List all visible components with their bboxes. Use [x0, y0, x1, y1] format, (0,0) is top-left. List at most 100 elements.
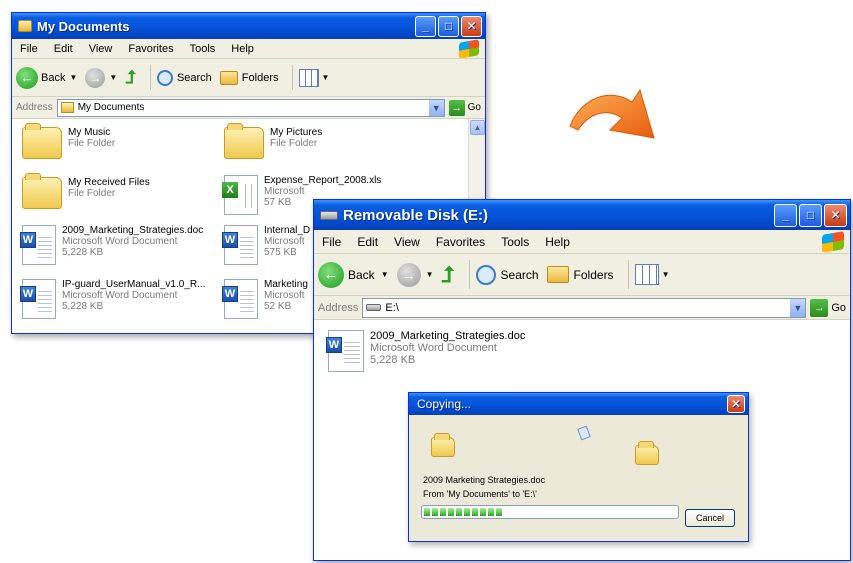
- title-bar[interactable]: My Documents _ □ ✕: [12, 13, 485, 39]
- views-dropdown-icon[interactable]: ▼: [321, 73, 329, 82]
- copy-progress-bar: [421, 505, 679, 519]
- close-button[interactable]: ✕: [727, 395, 745, 413]
- menu-tools[interactable]: Tools: [493, 235, 537, 249]
- folders-icon: [219, 70, 238, 85]
- address-input[interactable]: My Documents ▼: [56, 98, 445, 117]
- menu-file[interactable]: File: [314, 235, 349, 249]
- address-input[interactable]: E:\ ▼: [362, 297, 807, 318]
- back-dropdown-icon[interactable]: ▼: [69, 73, 77, 82]
- search-button[interactable]: Search: [156, 69, 212, 86]
- progress-block: [456, 508, 462, 516]
- menu-edit[interactable]: Edit: [349, 235, 386, 249]
- progress-block: [440, 508, 446, 516]
- up-folder-button[interactable]: ⮥: [442, 262, 455, 288]
- forward-dropdown-icon[interactable]: ▼: [426, 270, 434, 279]
- folders-label: Folders: [241, 71, 279, 84]
- progress-block: [496, 508, 502, 516]
- views-dropdown-icon[interactable]: ▼: [662, 270, 670, 279]
- list-item-marketing[interactable]: W Marketing Microsoft 52 KB: [222, 279, 308, 319]
- toolbar-separator: [468, 260, 470, 289]
- scroll-up-icon[interactable]: ▲: [470, 120, 485, 135]
- folders-icon: [546, 266, 569, 283]
- minimize-button[interactable]: _: [774, 203, 797, 227]
- address-label: Address: [16, 102, 53, 113]
- item-size: 52 KB: [264, 301, 292, 312]
- search-label: Search: [176, 71, 212, 84]
- views-button[interactable]: ▼: [299, 68, 329, 87]
- list-item-ip-guard-manual[interactable]: W IP-guard_UserManual_v1.0_R... Microsof…: [20, 279, 206, 319]
- pictures-folder-icon: [224, 123, 264, 159]
- folders-button[interactable]: Folders: [546, 266, 614, 283]
- folders-label: Folders: [573, 267, 614, 282]
- list-item-my-received-files[interactable]: My Received Files File Folder: [22, 173, 150, 209]
- word-file-icon: W: [222, 225, 258, 265]
- copying-dialog: Copying... ✕ 2009 Marketing Strategies.d…: [408, 392, 749, 542]
- address-dropdown-icon[interactable]: ▼: [428, 99, 444, 116]
- item-type: Microsoft Word Document: [62, 290, 178, 301]
- forward-dropdown-icon[interactable]: ▼: [109, 73, 117, 82]
- search-button[interactable]: Search: [475, 264, 539, 285]
- copy-from-to: From 'My Documents' to 'E:\': [423, 489, 537, 499]
- list-item-2009-marketing[interactable]: W 2009_Marketing_Strategies.doc Microsof…: [20, 225, 203, 265]
- cancel-button[interactable]: Cancel: [685, 509, 735, 527]
- back-label: Back: [41, 71, 66, 84]
- address-bar: Address E:\ ▼ → Go: [314, 296, 850, 320]
- item-name: Internal_D: [264, 225, 311, 236]
- list-item-internal[interactable]: W Internal_D Microsoft 575 KB: [222, 225, 311, 265]
- copy-filename: 2009 Marketing Strategies.doc: [423, 475, 546, 485]
- drive-small-icon: [366, 304, 382, 311]
- list-item-my-music[interactable]: My Music File Folder: [22, 123, 115, 159]
- menu-favorites[interactable]: Favorites: [120, 43, 181, 55]
- menu-bar: File Edit View Favorites Tools Help: [314, 230, 850, 254]
- item-type: Microsoft: [264, 186, 305, 197]
- item-name: My Received Files: [68, 177, 150, 188]
- forward-arrow-icon: →: [396, 262, 421, 287]
- item-size: 5,228 KB: [62, 247, 104, 258]
- toolbar: ← Back ▼ → ▼ ⮥ Search Folders ▼: [12, 59, 485, 97]
- back-button[interactable]: ← Back ▼: [318, 261, 389, 288]
- item-type: Microsoft: [264, 236, 305, 247]
- close-button[interactable]: ✕: [461, 15, 482, 37]
- address-dropdown-icon[interactable]: ▼: [790, 298, 806, 317]
- menu-view[interactable]: View: [386, 235, 428, 249]
- menu-tools[interactable]: Tools: [182, 43, 224, 55]
- forward-button[interactable]: → ▼: [396, 262, 434, 287]
- address-label: Address: [318, 301, 359, 314]
- toolbar: ← Back ▼ → ▼ ⮥ Search Folders ▼: [314, 254, 850, 296]
- title-bar[interactable]: Removable Disk (E:) _ □ ✕: [314, 200, 850, 230]
- progress-block: [424, 508, 430, 516]
- menu-favorites[interactable]: Favorites: [428, 235, 493, 249]
- word-file-icon: W: [20, 225, 56, 265]
- item-size: 5,228 KB: [370, 354, 416, 366]
- menu-help[interactable]: Help: [223, 43, 262, 55]
- up-folder-button[interactable]: ⮥: [125, 67, 136, 88]
- dialog-title-bar[interactable]: Copying... ✕: [409, 393, 748, 415]
- menu-bar: File Edit View Favorites Tools Help: [12, 38, 485, 59]
- minimize-button[interactable]: _: [415, 15, 436, 37]
- maximize-button[interactable]: □: [799, 203, 822, 227]
- folders-button[interactable]: Folders: [219, 70, 279, 85]
- back-button[interactable]: ← Back ▼: [16, 66, 77, 89]
- go-button[interactable]: → Go: [448, 99, 481, 116]
- menu-file[interactable]: File: [12, 43, 46, 55]
- address-value: E:\: [385, 301, 399, 314]
- go-button[interactable]: → Go: [810, 298, 846, 317]
- list-item-my-pictures[interactable]: My Pictures File Folder: [224, 123, 322, 159]
- item-type: File Folder: [270, 138, 318, 149]
- window-title: Removable Disk (E:): [343, 206, 489, 224]
- views-button[interactable]: ▼: [634, 264, 670, 285]
- flying-document-icon: [577, 425, 591, 441]
- menu-edit[interactable]: Edit: [46, 43, 81, 55]
- menu-help[interactable]: Help: [537, 235, 578, 249]
- menu-view[interactable]: View: [81, 43, 121, 55]
- maximize-button[interactable]: □: [438, 15, 459, 37]
- go-arrow-icon: →: [448, 99, 465, 116]
- close-button[interactable]: ✕: [824, 203, 847, 227]
- go-label: Go: [831, 301, 846, 314]
- list-item-2009-marketing[interactable]: W 2009_Marketing_Strategies.doc Microsof…: [326, 330, 525, 372]
- forward-button[interactable]: → ▼: [85, 67, 117, 88]
- item-name: IP-guard_UserManual_v1.0_R...: [62, 279, 206, 290]
- back-dropdown-icon[interactable]: ▼: [381, 270, 389, 279]
- progress-block: [472, 508, 478, 516]
- toolbar-separator: [627, 260, 629, 289]
